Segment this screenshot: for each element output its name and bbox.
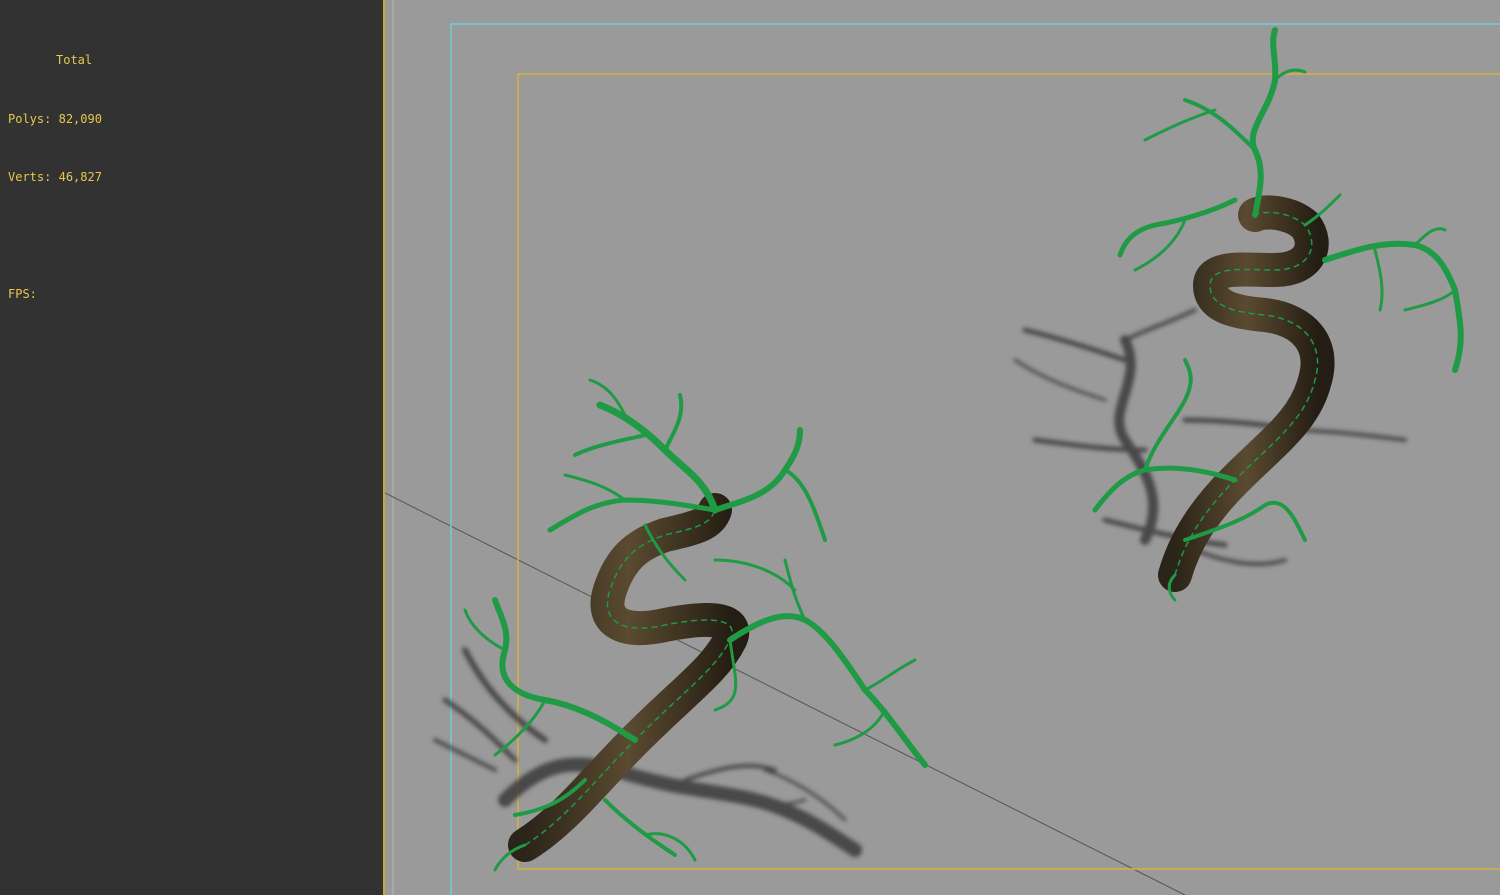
render-frame [517, 73, 1500, 870]
polys-value: 82,090 [58, 111, 102, 126]
polys-label: Polys: [8, 111, 52, 126]
statistics-overlay: Total Polys: 82,090 Verts: 46,827 FPS: [8, 12, 102, 344]
verts-row: Verts: 46,827 [8, 168, 102, 188]
viewport-statistics-panel: Total Polys: 82,090 Verts: 46,827 FPS: [0, 0, 384, 895]
verts-label: Verts: [8, 170, 52, 184]
fps-row: FPS: [8, 285, 102, 305]
verts-value: 46,827 [58, 170, 102, 184]
bonsai-tree-left[interactable] [463, 378, 928, 872]
scene-canvas[interactable] [385, 0, 1500, 895]
perspective-viewport[interactable] [385, 0, 1500, 895]
polys-row: Polys: 82,090 [8, 110, 102, 130]
grid-axis-line [385, 492, 1186, 895]
fps-label: FPS: [8, 287, 37, 301]
stats-title: Total [56, 53, 93, 67]
